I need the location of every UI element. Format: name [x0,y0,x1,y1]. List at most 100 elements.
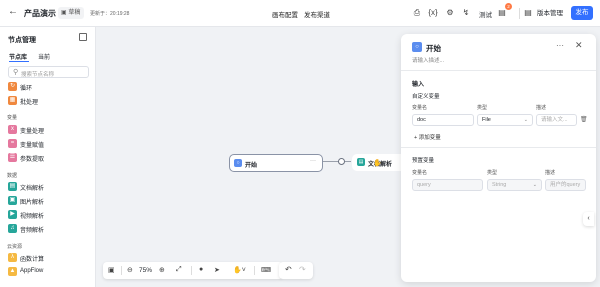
batch-icon: ▦ [8,96,17,105]
draft-badge: ▣ 草稿 [58,7,85,19]
document-parse-node-icon: ▤ [357,158,365,166]
chart-icon[interactable]: ↯ [461,8,471,18]
node-item-doc-parse[interactable]: ▤ 文档解析 [8,182,90,192]
node-item-var-assign[interactable]: = 变量赋值 [8,139,90,149]
node-item-audio-parse[interactable]: ♫ 音频解析 [8,224,90,234]
test-button[interactable]: 测试 [479,9,492,19]
collapse-panel-icon[interactable] [79,33,87,41]
var-description-field[interactable]: 请输入文... [536,114,577,126]
node-item-function-compute[interactable]: λ 函数计算 [8,253,90,263]
function-compute-icon: λ [8,253,17,262]
node-management-panel: 节点管理 节点库 当前 ⚲ 搜索节点名称 ↻ 循环 ▦ 批处理 变量 x 变量处… [0,27,96,287]
start-node[interactable]: ○ 开始 ··· [229,154,323,172]
hand-tool-icon[interactable]: ✋˅ [233,266,246,274]
fit-view-icon[interactable]: ⤢ [176,266,182,274]
run-icon[interactable]: ● [199,266,203,273]
node-item-loop[interactable]: ↻ 循环 [8,82,90,92]
toolbar-divider [121,266,122,275]
search-icon: ⚲ [13,69,19,76]
toolbar-divider [191,266,192,275]
save-icon[interactable]: ▤ [523,8,533,18]
input-section-title: 输入 [412,82,425,88]
export-icon[interactable]: ⎙ [412,8,422,18]
node-item-batch[interactable]: ▦ 批处理 [8,96,90,106]
var-name-field[interactable]: doc [412,114,474,126]
redo-icon[interactable]: ↷ [299,265,306,274]
connection-edge [323,161,339,162]
search-placeholder: 搜索节点名称 [21,72,55,78]
preset-var-type: String ⌄ [487,179,542,191]
app-root: ← 产品演示 ▣ 草稿 更新于：20:19:28 画布配置 发布渠道 ⎙ {x}… [0,0,600,287]
header-divider [519,8,520,19]
undo-redo-group: ↶ ↷ [279,262,313,279]
document-parse-icon: ▤ [8,182,17,191]
node-item-image-parse[interactable]: ▣ 图片解析 [8,196,90,206]
preset-var-description: 用户的query [545,179,586,191]
chevron-down-icon: ⌄ [523,117,528,123]
select-tool-icon[interactable]: ➤ [214,266,220,274]
panel-title: 节点管理 [8,37,36,44]
preset-var-name: query [412,179,483,191]
add-variable-button[interactable]: + 添加变量 [414,133,441,141]
node-more-icon[interactable]: ··· [310,158,316,164]
hand-cursor-icon: ✋ [373,160,382,167]
column-var-name: 变量名 [412,170,428,176]
tab-canvas-config[interactable]: 画布配置 [272,9,298,19]
delete-icon[interactable]: 🗑 [580,116,588,123]
active-tab-indicator [9,61,29,62]
variables-icon[interactable]: {x} [428,8,438,18]
collapse-right-panel-icon[interactable]: ‹ [583,212,594,226]
node-item-param-extract[interactable]: ☰ 参数提取 [8,153,90,163]
tab-node-library[interactable]: 节点库 [9,52,27,61]
connection-edge-tail [345,161,351,162]
node-item-video-parse[interactable]: ▶ 视频解析 [8,210,90,220]
variable-process-icon: x [8,125,17,134]
version-management-button[interactable]: 版本管理 [537,7,563,17]
top-header: ← 产品演示 ▣ 草稿 更新于：20:19:28 画布配置 发布渠道 ⎙ {x}… [0,0,600,27]
param-extract-icon: ☰ [8,153,17,162]
var-type-select[interactable]: File ⌄ [477,114,533,126]
column-type: 类型 [487,170,498,176]
keyboard-icon[interactable]: ⌨ [261,266,271,274]
node-item-appflow[interactable]: ▲ AppFlow [8,267,90,277]
minimap-icon[interactable]: ▣ [108,266,115,274]
app-title: 产品演示 [24,9,56,18]
node-properties-panel: ○ 开始 ··· ✕ 请输入描述... 输入 自定义变量 变量名 类型 描述 d… [401,34,596,282]
document-check-icon[interactable]: ▤ [497,8,507,18]
custom-vars-title: 自定义变量 [412,94,440,100]
tab-current[interactable]: 当前 [38,52,50,61]
column-description: 描述 [545,170,556,176]
start-node-icon: ○ [412,42,422,52]
category-cloud: 云资源 [7,244,23,250]
tab-publish-channels[interactable]: 发布渠道 [304,9,330,19]
category-data: 数据 [7,173,18,179]
node-output-port[interactable] [338,158,345,165]
zoom-in-icon[interactable]: ⊕ [159,266,165,274]
audio-parse-icon: ♫ [8,224,17,233]
close-icon[interactable]: ✕ [575,40,583,51]
publish-button[interactable]: 发布 [571,6,593,20]
back-arrow-icon[interactable]: ← [8,6,18,17]
category-variables: 变量 [7,115,18,121]
preset-vars-title: 预置变量 [412,158,435,164]
notification-badge: 2 [505,3,512,10]
appflow-icon: ▲ [8,267,17,276]
node-item-var-process[interactable]: x 变量处理 [8,125,90,135]
undo-icon[interactable]: ↶ [285,265,292,274]
divider [401,147,596,148]
node-search-input[interactable]: ⚲ 搜索节点名称 [8,66,89,78]
zoom-out-icon[interactable]: ⊖ [127,266,133,274]
column-description: 描述 [536,105,547,111]
settings-gear-icon[interactable]: ⚙ [445,8,455,18]
toolbar-divider [254,266,255,275]
description-input[interactable]: 请输入描述... [412,56,444,64]
zoom-level[interactable]: 75% [139,267,152,274]
more-options-icon[interactable]: ··· [556,41,564,50]
video-parse-icon: ▶ [8,210,17,219]
chevron-down-icon: ⌄ [532,182,537,188]
panel-node-title[interactable]: 开始 [426,43,441,54]
updated-time: 更新于：20:19:28 [90,11,130,17]
divider [401,70,596,71]
canvas-toolbar: ▣ ⊖ 75% ⊕ ⤢ ● ➤ ✋˅ ⌨ [103,262,283,279]
variable-assign-icon: = [8,139,17,148]
